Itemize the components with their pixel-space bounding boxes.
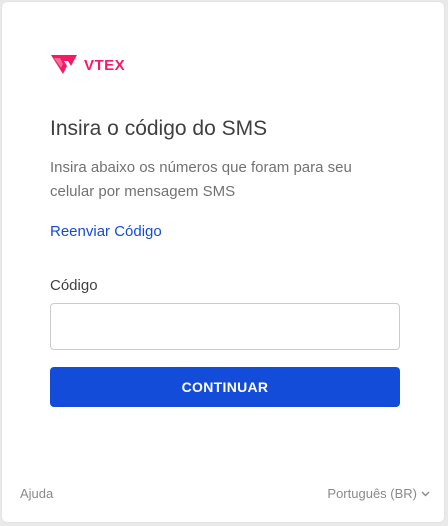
code-input[interactable] xyxy=(50,303,400,350)
chevron-down-icon xyxy=(421,491,430,497)
code-field-label: Código xyxy=(50,277,98,294)
login-card: VTEX Insira o código do SMS Insira abaix… xyxy=(1,1,445,523)
vtex-logo: VTEX xyxy=(50,52,125,78)
logo-text: VTEX xyxy=(84,56,126,74)
resend-code-link[interactable]: Reenviar Código xyxy=(50,222,162,242)
vtex-logo-icon xyxy=(51,55,77,74)
language-label: Português (BR) xyxy=(327,486,417,501)
continue-button[interactable]: CONTINUAR xyxy=(50,367,400,407)
help-link[interactable]: Ajuda xyxy=(20,485,53,503)
language-selector[interactable]: Português (BR) xyxy=(327,485,430,503)
page-title: Insira o código do SMS xyxy=(50,117,268,140)
page-subtitle: Insira abaixo os números que foram para … xyxy=(50,159,352,200)
